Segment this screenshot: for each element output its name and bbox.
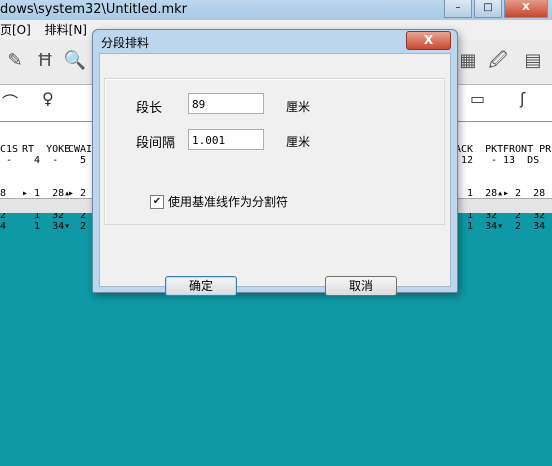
use-baseline-option[interactable]: ✔ 使用基准线作为分割符: [150, 193, 288, 210]
segment-length-label: 段长: [136, 101, 163, 116]
piece-column-header: ACK PKT 12 -: [455, 144, 504, 166]
segment-length-input[interactable]: 89: [188, 93, 264, 114]
menu-item-nesting[interactable]: 排料[N]: [45, 23, 87, 37]
eraser-tool-icon[interactable]: ✎: [2, 48, 28, 74]
piece-shape-icon[interactable]: ♀: [42, 89, 54, 108]
window-close-button[interactable]: X: [504, 0, 548, 18]
use-baseline-checkbox[interactable]: ✔: [150, 194, 164, 209]
window-title: dows\system32\Untitled.mkr: [0, 2, 188, 17]
piece-shape-icon[interactable]: ▭: [470, 89, 485, 108]
piece-column[interactable]: ACK PKT 12 - 1 28▴ ▸ 1 30 1 32 1 34▾: [455, 122, 503, 254]
table-tool-icon[interactable]: Ħ: [32, 48, 58, 74]
search-tool-icon[interactable]: 🔍: [62, 48, 88, 74]
segment-gap-unit: 厘米: [286, 135, 311, 149]
minimize-button[interactable]: –: [444, 0, 472, 18]
use-baseline-label: 使用基准线作为分割符: [168, 195, 289, 209]
maximize-button[interactable]: □: [474, 0, 502, 18]
dialog-close-button[interactable]: X: [406, 31, 451, 50]
segment-gap-input[interactable]: 1.001: [188, 129, 264, 150]
edit-tool-icon[interactable]: 🖉: [485, 48, 511, 74]
piece-column-header: FRONT PR 13 DS: [503, 144, 552, 166]
window-titlebar: dows\system32\Untitled.mkr – □ X: [0, 0, 552, 20]
piece-column[interactable]: FRONT PR 13 DS ▸ 2 28 2 30 2 32 2 34: [503, 122, 551, 254]
segment-gap-label: 段间隔: [136, 136, 176, 151]
piece-column[interactable]: RT YOKE 4 - ▸ 1 28▴ 1 30 1 32 1 34▾: [22, 122, 70, 254]
piece-column-header: RT YOKE 4 -: [22, 144, 71, 166]
piece-shape-icon[interactable]: ʃ: [520, 89, 525, 108]
segment-length-unit: 厘米: [286, 100, 311, 114]
segment-nesting-dialog: 分段排料 X 段长 89 厘米 段间隔 1.001 厘米 ✔ 使用基准线作为分割…: [92, 29, 458, 296]
piece-shape-icon[interactable]: ⌒: [2, 89, 18, 113]
chart-tool-icon[interactable]: ▤: [520, 48, 546, 74]
cancel-button[interactable]: 取消: [325, 276, 397, 296]
window-controls: – □ X: [442, 0, 548, 18]
menu-item-page[interactable]: 页[O]: [0, 23, 31, 37]
grid-tool-icon[interactable]: ▦: [455, 48, 481, 74]
ok-button[interactable]: 确定: [165, 276, 237, 296]
dialog-title: 分段排料: [101, 36, 150, 50]
dialog-body: 段长 89 厘米 段间隔 1.001 厘米 ✔ 使用基准线作为分割符 确定 取消: [99, 53, 451, 296]
